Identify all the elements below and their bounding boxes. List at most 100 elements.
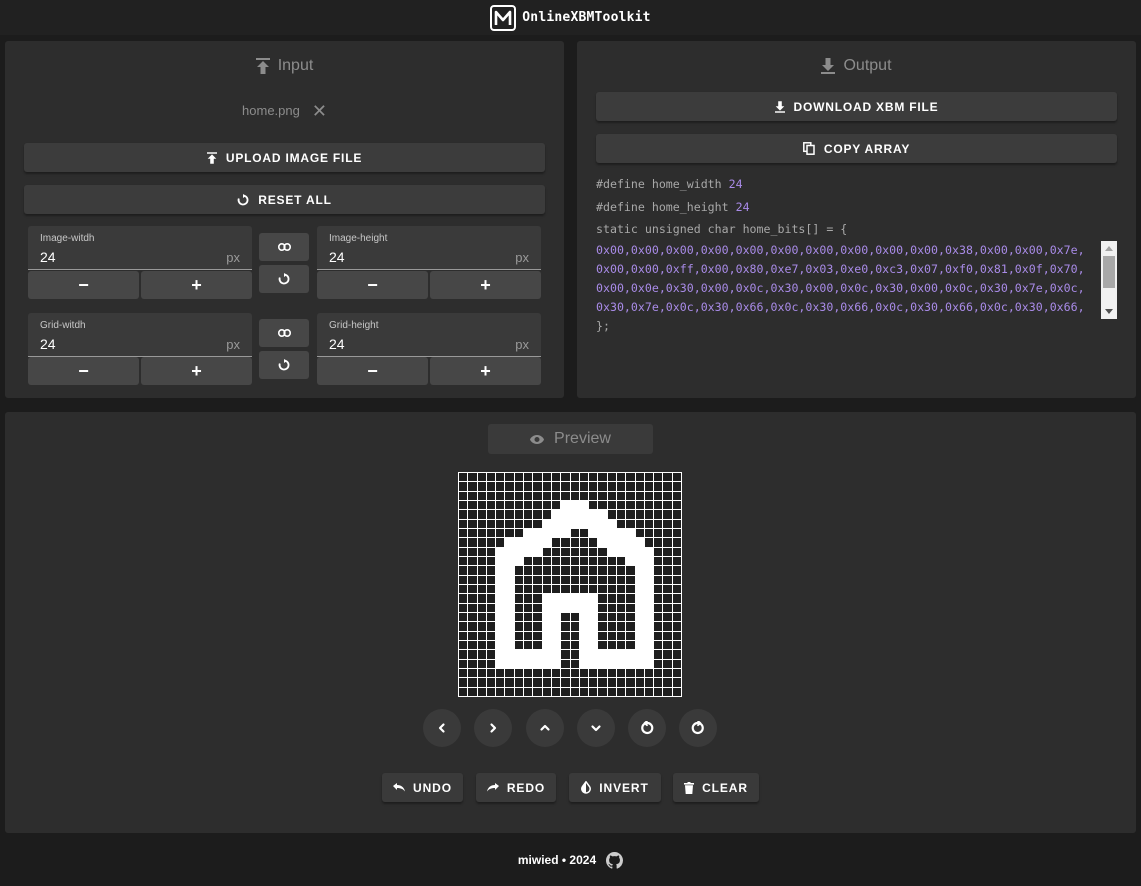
pixel-cell[interactable] [496,687,505,696]
undo-button[interactable]: UNDO [382,773,463,802]
pixel-cell[interactable] [551,482,561,491]
pixel-cell[interactable] [589,538,598,547]
pixel-cell[interactable] [607,594,616,603]
pixel-cell[interactable] [486,584,496,594]
pixel-cell[interactable] [505,528,514,538]
grid-width-value[interactable]: 24 [40,336,56,352]
pixel-cell[interactable] [635,519,644,528]
pixel-cell[interactable] [616,482,626,491]
pixel-cell[interactable] [570,584,579,594]
pixel-cell[interactable] [561,622,570,631]
pixel-cell[interactable] [589,622,598,631]
pixel-cell[interactable] [626,500,635,510]
pixel-cell[interactable] [496,566,505,575]
pixel-cell[interactable] [635,687,644,696]
pixel-cell[interactable] [598,687,607,696]
pixel-cell[interactable] [542,491,551,500]
pixel-cell[interactable] [672,640,681,650]
pixel-grid[interactable] [458,472,682,697]
pixel-cell[interactable] [505,491,514,500]
pixel-cell[interactable] [589,547,598,556]
pixel-cell[interactable] [468,482,477,491]
pixel-cell[interactable] [505,500,514,510]
pixel-cell[interactable] [672,491,681,500]
pixel-cell[interactable] [496,519,505,528]
pixel-cell[interactable] [589,519,598,528]
pixel-cell[interactable] [570,640,579,650]
pixel-cell[interactable] [589,584,598,594]
pixel-cell[interactable] [663,584,672,594]
pixel-cell[interactable] [514,678,524,687]
pixel-cell[interactable] [551,547,561,556]
pixel-cell[interactable] [654,510,663,519]
link-image-size-button[interactable] [259,233,309,261]
pixel-cell[interactable] [486,687,496,696]
pixel-cell[interactable] [561,528,570,538]
grid-width-increment-button[interactable]: + [141,357,252,385]
pixel-cell[interactable] [533,538,542,547]
image-height-value[interactable]: 24 [329,249,345,265]
pixel-cell[interactable] [514,612,524,622]
rotate-right-button[interactable] [679,709,717,747]
pixel-cell[interactable] [524,566,533,575]
pixel-cell[interactable] [598,473,607,482]
pixel-cell[interactable] [579,491,589,500]
pixel-cell[interactable] [635,612,644,622]
pixel-cell[interactable] [644,510,654,519]
pixel-cell[interactable] [561,640,570,650]
pixel-cell[interactable] [626,547,635,556]
grid-height-field[interactable]: Grid-height 24 px [317,313,541,357]
pixel-cell[interactable] [598,528,607,538]
pixel-cell[interactable] [561,650,570,659]
pixel-cell[interactable] [672,538,681,547]
pixel-cell[interactable] [505,668,514,678]
pixel-cell[interactable] [598,575,607,584]
pixel-cell[interactable] [496,678,505,687]
remove-file-icon[interactable]: ✕ [312,102,327,120]
pixel-cell[interactable] [589,603,598,612]
pixel-cell[interactable] [486,575,496,584]
pixel-cell[interactable] [644,650,654,659]
pixel-cell[interactable] [607,631,616,640]
pixel-cell[interactable] [486,566,496,575]
pixel-cell[interactable] [486,640,496,650]
pixel-cell[interactable] [468,500,477,510]
pixel-cell[interactable] [616,538,626,547]
pixel-cell[interactable] [496,500,505,510]
pixel-cell[interactable] [459,650,468,659]
pixel-cell[interactable] [486,482,496,491]
pixel-cell[interactable] [635,538,644,547]
pixel-cell[interactable] [607,575,616,584]
pixel-cell[interactable] [561,556,570,566]
pixel-cell[interactable] [551,622,561,631]
pixel-cell[interactable] [542,584,551,594]
pixel-cell[interactable] [524,668,533,678]
pixel-cell[interactable] [486,678,496,687]
pixel-cell[interactable] [589,491,598,500]
pixel-cell[interactable] [533,556,542,566]
pixel-cell[interactable] [607,612,616,622]
pixel-cell[interactable] [459,594,468,603]
pixel-cell[interactable] [672,528,681,538]
pixel-cell[interactable] [486,622,496,631]
pixel-cell[interactable] [551,603,561,612]
pixel-cell[interactable] [672,510,681,519]
pixel-cell[interactable] [570,612,579,622]
pixel-cell[interactable] [570,678,579,687]
pixel-cell[interactable] [551,650,561,659]
pixel-cell[interactable] [477,500,486,510]
pixel-cell[interactable] [505,482,514,491]
pixel-cell[interactable] [644,528,654,538]
pixel-cell[interactable] [561,678,570,687]
pixel-cell[interactable] [616,519,626,528]
pixel-cell[interactable] [533,528,542,538]
pixel-cell[interactable] [616,584,626,594]
pixel-cell[interactable] [459,640,468,650]
pixel-cell[interactable] [644,659,654,668]
pixel-cell[interactable] [654,556,663,566]
pixel-cell[interactable] [477,575,486,584]
pixel-cell[interactable] [635,650,644,659]
pixel-cell[interactable] [607,566,616,575]
pixel-cell[interactable] [459,491,468,500]
pixel-cell[interactable] [486,510,496,519]
